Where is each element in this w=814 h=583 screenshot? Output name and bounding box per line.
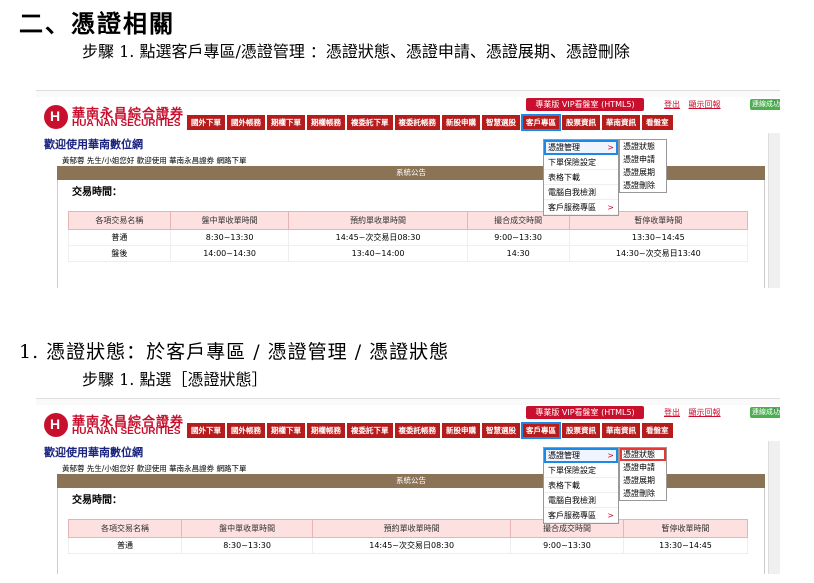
cert-submenu: 憑證狀態 憑證申請 憑證展期 憑證刪除 — [619, 447, 667, 501]
nav-item[interactable]: 複委託帳務 — [394, 423, 440, 438]
nav-item[interactable]: 期權帳務 — [307, 115, 345, 130]
menu-item-cert-manage[interactable]: 憑證管理 > — [544, 448, 618, 463]
nav-item[interactable]: 國外帳務 — [227, 423, 265, 438]
menu-item[interactable]: 客戶服務專區 > — [544, 508, 618, 523]
scroll-up-icon[interactable]: ^ — [771, 99, 778, 108]
customer-menu: 憑證管理 > 下單保險設定 表格下載 電腦自我檢測 客戶服務專區 > — [543, 447, 619, 524]
submenu-cert-status[interactable]: 憑證狀態 — [620, 448, 666, 461]
main-nav: 國外下單 國外帳務 期權下單 期權帳務 複委託下單 複委託帳務 新股申購 智慧選… — [187, 114, 675, 131]
chevron-right-icon: > — [607, 451, 614, 460]
nav-item[interactable]: 新股申購 — [442, 115, 480, 130]
table-header-row: 各項交易名稱 盤中單收單時間 預約單收單時間 撮合成交時間 暫停收單時間 — [68, 211, 749, 230]
logo-icon — [44, 105, 68, 129]
nav-item[interactable]: 華南資訊 — [602, 423, 640, 438]
nav-item[interactable]: 股票資訊 — [562, 423, 600, 438]
logout-link[interactable]: 登出 — [664, 100, 680, 109]
menu-item[interactable]: 電腦自我檢測 — [544, 493, 618, 508]
step-text-top: 步驟 1. 點選客戶專區/憑證管理 ：憑證狀態、憑證申請、憑證展期、憑證刪除 — [82, 42, 630, 61]
main-nav: 國外下單 國外帳務 期權下單 期權帳務 複委託下單 複委託帳務 新股申購 智慧選… — [187, 422, 675, 439]
logo-en: HUA NAN SECURITIES — [72, 118, 181, 129]
logo-en: HUA NAN SECURITIES — [72, 426, 181, 437]
trading-table: 各項交易名稱 盤中單收單時間 預約單收單時間 撮合成交時間 暫停收單時間 普通 … — [68, 519, 749, 554]
menu-item[interactable]: 客戶服務專區 > — [544, 200, 618, 215]
greeting-text: 黃郁蓉 先生/小姐您好 歡迎使用 華南永昌證券 網路下單 — [62, 464, 247, 473]
submenu-cert-extend[interactable]: 憑證展期 — [620, 474, 666, 487]
trading-table: 各項交易名稱 盤中單收單時間 預約單收單時間 撮合成交時間 暫停收單時間 普通 … — [68, 211, 749, 262]
table-row: 普通 8:30~13:30 14:45~次交易日08:30 9:00~13:30… — [68, 229, 749, 246]
submenu-cert-apply[interactable]: 憑證申請 — [620, 153, 666, 166]
scroll-up-icon[interactable]: ^ — [771, 407, 778, 416]
nav-item[interactable]: 複委託下單 — [347, 115, 393, 130]
nav-item[interactable]: 新股申購 — [442, 423, 480, 438]
nav-item[interactable]: 智慧選股 — [482, 423, 520, 438]
submenu-cert-status[interactable]: 憑證狀態 — [620, 140, 666, 153]
scrollbar[interactable] — [768, 133, 780, 288]
nav-item[interactable]: 期權下單 — [267, 115, 305, 130]
table-row: 普通 8:30~13:30 14:45~次交易日08:30 9:00~13:30… — [68, 537, 749, 554]
menu-item[interactable]: 表格下載 — [544, 170, 618, 185]
table-row: 盤後 14:00~14:30 13:40~14:00 14:30 14:30~次… — [68, 245, 749, 262]
menu-item-cert-manage[interactable]: 憑證管理 > — [544, 140, 618, 155]
menu-item[interactable]: 下單保險設定 — [544, 155, 618, 170]
submenu-cert-extend[interactable]: 憑證展期 — [620, 166, 666, 179]
vip-button[interactable]: 專業版 VIP看盤室 (HTML5) — [526, 98, 644, 111]
trading-time-label: 交易時間： — [72, 187, 122, 198]
section-title: 1. 憑證狀態：於客戶專區 / 憑證管理 / 憑證狀態 — [19, 341, 450, 363]
nav-item[interactable]: 國外下單 — [187, 115, 225, 130]
screenshot-1: 華南永昌綜合證券 HUA NAN SECURITIES 專業版 VIP看盤室 (… — [36, 90, 780, 288]
nav-item[interactable]: 期權帳務 — [307, 423, 345, 438]
page-heading: 二、憑證相關 — [19, 10, 175, 38]
chevron-right-icon: > — [607, 203, 614, 212]
welcome-title: 歡迎使用華南數位網 — [44, 138, 143, 151]
nav-item[interactable]: 複委託帳務 — [394, 115, 440, 130]
nav-item[interactable]: 國外帳務 — [227, 115, 265, 130]
trading-panel: 交易時間： 各項交易名稱 盤中單收單時間 預約單收單時間 撮合成交時間 暫停收單… — [57, 180, 765, 288]
show-report-link[interactable]: 顯示回報 — [689, 100, 721, 109]
nav-item-customer-area[interactable]: 客戶專區 — [521, 114, 561, 131]
logout-link[interactable]: 登出 — [664, 408, 680, 417]
menu-item[interactable]: 電腦自我檢測 — [544, 185, 618, 200]
nav-item[interactable]: 股票資訊 — [562, 115, 600, 130]
menu-item[interactable]: 下單保險設定 — [544, 463, 618, 478]
section-step: 步驟 1. 點選［憑證狀態］ — [82, 370, 268, 389]
nav-item-customer-area[interactable]: 客戶專區 — [521, 422, 561, 439]
top-links: 登出 顯示回報 — [664, 407, 727, 418]
welcome-title: 歡迎使用華南數位網 — [44, 446, 143, 459]
greeting-text: 黃郁蓉 先生/小姐您好 歡迎使用 華南永昌證券 網路下單 — [62, 156, 247, 165]
submenu-cert-delete[interactable]: 憑證刪除 — [620, 487, 666, 500]
nav-item[interactable]: 智慧選股 — [482, 115, 520, 130]
show-report-link[interactable]: 顯示回報 — [689, 408, 721, 417]
customer-menu: 憑證管理 > 下單保險設定 表格下載 電腦自我檢測 客戶服務專區 > — [543, 139, 619, 216]
table-header-row: 各項交易名稱 盤中單收單時間 預約單收單時間 撮合成交時間 暫停收單時間 — [68, 519, 749, 538]
menu-item[interactable]: 表格下載 — [544, 478, 618, 493]
nav-item[interactable]: 國外下單 — [187, 423, 225, 438]
trading-time-label: 交易時間： — [72, 495, 122, 506]
cert-submenu: 憑證狀態 憑證申請 憑證展期 憑證刪除 — [619, 139, 667, 193]
chevron-right-icon: > — [607, 143, 614, 152]
nav-item[interactable]: 看盤室 — [642, 115, 673, 130]
chevron-right-icon: > — [607, 511, 614, 520]
nav-item[interactable]: 期權下單 — [267, 423, 305, 438]
nav-item[interactable]: 看盤室 — [642, 423, 673, 438]
nav-item[interactable]: 華南資訊 — [602, 115, 640, 130]
screenshot-2: 華南永昌綜合證券 HUA NAN SECURITIES 專業版 VIP看盤室 (… — [36, 398, 780, 574]
vip-button[interactable]: 專業版 VIP看盤室 (HTML5) — [526, 406, 644, 419]
nav-item[interactable]: 複委託下單 — [347, 423, 393, 438]
submenu-cert-delete[interactable]: 憑證刪除 — [620, 179, 666, 192]
logo-icon — [44, 413, 68, 437]
scrollbar[interactable] — [768, 441, 780, 574]
top-links: 登出 顯示回報 — [664, 99, 727, 110]
submenu-cert-apply[interactable]: 憑證申請 — [620, 461, 666, 474]
